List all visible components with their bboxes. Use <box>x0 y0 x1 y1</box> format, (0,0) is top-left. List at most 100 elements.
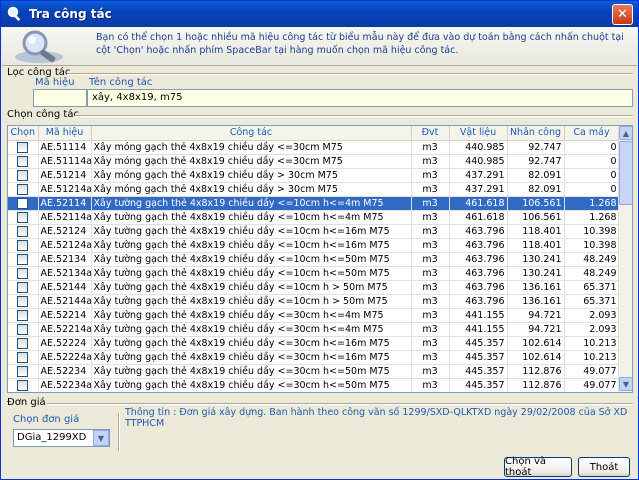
row-machine[interactable]: 0 <box>564 182 620 197</box>
row-work-name[interactable]: Xây móng gạch thẻ 4x8x19 chiều dầy > 30c… <box>91 168 412 183</box>
row-code[interactable]: AE.51114a <box>38 154 92 169</box>
row-material[interactable]: 440.985 <box>449 154 508 169</box>
row-unit[interactable]: m3 <box>411 294 450 309</box>
col-header-code[interactable]: Mã hiệu <box>38 126 92 141</box>
row-unit[interactable]: m3 <box>411 280 450 295</box>
row-material[interactable]: 463.796 <box>449 252 508 267</box>
row-work-name[interactable]: Xây móng gạch thẻ 4x8x19 chiều dầy <=30c… <box>91 154 412 169</box>
row-code[interactable]: AE.52114 <box>38 196 92 211</box>
row-code[interactable]: AE.51214 <box>38 168 92 183</box>
row-code[interactable]: AE.51214a <box>38 182 92 197</box>
row-select-checkbox[interactable] <box>8 210 39 225</box>
grid-vertical-scrollbar[interactable]: ▲ ▼ <box>618 126 632 392</box>
table-row[interactable]: AE.52234a Xây tường gạch thẻ 4x8x19 chiều… <box>8 378 620 392</box>
row-select-checkbox[interactable] <box>8 322 39 337</box>
table-row[interactable]: AE.51114 Xây móng gạch thẻ 4x8x19 chiều d… <box>8 140 620 155</box>
row-select-checkbox[interactable] <box>8 266 39 281</box>
row-work-name[interactable]: Xây tường gạch thẻ 4x8x19 chiều dầy <=10… <box>91 280 412 295</box>
row-machine[interactable]: 49.077 <box>564 378 620 392</box>
row-select-checkbox[interactable] <box>8 336 39 351</box>
row-labor[interactable]: 94.721 <box>507 322 565 337</box>
scroll-thumb[interactable] <box>619 141 632 205</box>
row-select-checkbox[interactable] <box>8 140 39 155</box>
row-material[interactable]: 445.357 <box>449 350 508 365</box>
row-unit[interactable]: m3 <box>411 336 450 351</box>
table-row[interactable]: AE.52224a Xây tường gạch thẻ 4x8x19 chiều… <box>8 350 620 365</box>
table-row[interactable]: AE.52214a Xây tường gạch thẻ 4x8x19 chiều… <box>8 322 620 337</box>
row-code[interactable]: AE.52234a <box>38 378 92 392</box>
row-labor[interactable]: 106.561 <box>507 210 565 225</box>
checkbox[interactable] <box>17 239 29 251</box>
row-machine[interactable]: 2.093 <box>564 308 620 323</box>
row-code[interactable]: AE.52144 <box>38 280 92 295</box>
col-header-material[interactable]: Vật liệu <box>449 126 508 141</box>
row-material[interactable]: 463.796 <box>449 266 508 281</box>
row-code[interactable]: AE.51114 <box>38 140 92 155</box>
row-code[interactable]: AE.52124a <box>38 238 92 253</box>
row-work-name[interactable]: Xây tường gạch thẻ 4x8x19 chiều dầy <=30… <box>91 336 412 351</box>
row-work-name[interactable]: Xây tường gạch thẻ 4x8x19 chiều dầy <=10… <box>91 196 412 211</box>
table-row[interactable]: AE.52214 Xây tường gạch thẻ 4x8x19 chiều … <box>8 308 620 323</box>
row-unit[interactable]: m3 <box>411 252 450 267</box>
row-work-name[interactable]: Xây tường gạch thẻ 4x8x19 chiều dầy <=10… <box>91 210 412 225</box>
row-code[interactable]: AE.52224a <box>38 350 92 365</box>
row-unit[interactable]: m3 <box>411 308 450 323</box>
table-row[interactable]: AE.52144 Xây tường gạch thẻ 4x8x19 chiều … <box>8 280 620 295</box>
row-select-checkbox[interactable] <box>8 224 39 239</box>
checkbox[interactable] <box>17 169 29 181</box>
row-machine[interactable]: 65.371 <box>564 280 620 295</box>
row-machine[interactable]: 10.213 <box>564 350 620 365</box>
row-machine[interactable]: 48.249 <box>564 252 620 267</box>
checkbox[interactable] <box>17 211 29 223</box>
row-labor[interactable]: 112.876 <box>507 378 565 392</box>
row-labor[interactable]: 112.876 <box>507 364 565 379</box>
row-machine[interactable]: 65.371 <box>564 294 620 309</box>
checkbox[interactable] <box>17 351 29 363</box>
row-work-name[interactable]: Xây tường gạch thẻ 4x8x19 chiều dầy <=30… <box>91 350 412 365</box>
checkbox[interactable] <box>17 197 29 209</box>
row-machine[interactable]: 10.213 <box>564 336 620 351</box>
checkbox[interactable] <box>17 379 29 391</box>
row-machine[interactable]: 1.268 <box>564 196 620 211</box>
row-work-name[interactable]: Xây tường gạch thẻ 4x8x19 chiều dầy <=10… <box>91 252 412 267</box>
table-row[interactable]: AE.52134a Xây tường gạch thẻ 4x8x19 chiều… <box>8 266 620 281</box>
row-labor[interactable]: 136.161 <box>507 294 565 309</box>
checkbox[interactable] <box>17 337 29 349</box>
row-select-checkbox[interactable] <box>8 364 39 379</box>
checkbox[interactable] <box>17 295 29 307</box>
col-header-unit[interactable]: Đvt <box>411 126 450 141</box>
row-select-checkbox[interactable] <box>8 378 39 392</box>
row-code[interactable]: AE.52144a <box>38 294 92 309</box>
col-header-machine[interactable]: Ca máy <box>564 126 620 141</box>
row-unit[interactable]: m3 <box>411 210 450 225</box>
checkbox[interactable] <box>17 309 29 321</box>
table-row[interactable]: AE.52114 Xây tường gạch thẻ 4x8x19 chiều … <box>8 196 620 211</box>
row-labor[interactable]: 82.091 <box>507 182 565 197</box>
table-row[interactable]: AE.51114a Xây móng gạch thẻ 4x8x19 chiều … <box>8 154 620 169</box>
row-select-checkbox[interactable] <box>8 280 39 295</box>
close-button[interactable]: ✕ <box>612 4 633 25</box>
row-work-name[interactable]: Xây tường gạch thẻ 4x8x19 chiều dầy <=30… <box>91 308 412 323</box>
row-material[interactable]: 463.796 <box>449 224 508 239</box>
row-material[interactable]: 441.155 <box>449 322 508 337</box>
scroll-up-icon[interactable]: ▲ <box>619 126 632 140</box>
checkbox[interactable] <box>17 281 29 293</box>
col-header-select[interactable]: Chọn <box>8 126 39 141</box>
table-row[interactable]: AE.52234 Xây tường gạch thẻ 4x8x19 chiều … <box>8 364 620 379</box>
row-labor[interactable]: 118.401 <box>507 224 565 239</box>
row-material[interactable]: 441.155 <box>449 308 508 323</box>
row-labor[interactable]: 92.747 <box>507 154 565 169</box>
row-material[interactable]: 445.357 <box>449 336 508 351</box>
checkbox[interactable] <box>17 155 29 167</box>
row-unit[interactable]: m3 <box>411 196 450 211</box>
row-work-name[interactable]: Xây tường gạch thẻ 4x8x19 chiều dầy <=10… <box>91 224 412 239</box>
row-unit[interactable]: m3 <box>411 140 450 155</box>
row-code[interactable]: AE.52124 <box>38 224 92 239</box>
table-row[interactable]: AE.52124 Xây tường gạch thẻ 4x8x19 chiều … <box>8 224 620 239</box>
row-material[interactable]: 463.796 <box>449 280 508 295</box>
row-select-checkbox[interactable] <box>8 182 39 197</box>
checkbox[interactable] <box>17 141 29 153</box>
row-labor[interactable]: 102.614 <box>507 336 565 351</box>
row-machine[interactable]: 1.268 <box>564 210 620 225</box>
row-machine[interactable]: 0 <box>564 168 620 183</box>
